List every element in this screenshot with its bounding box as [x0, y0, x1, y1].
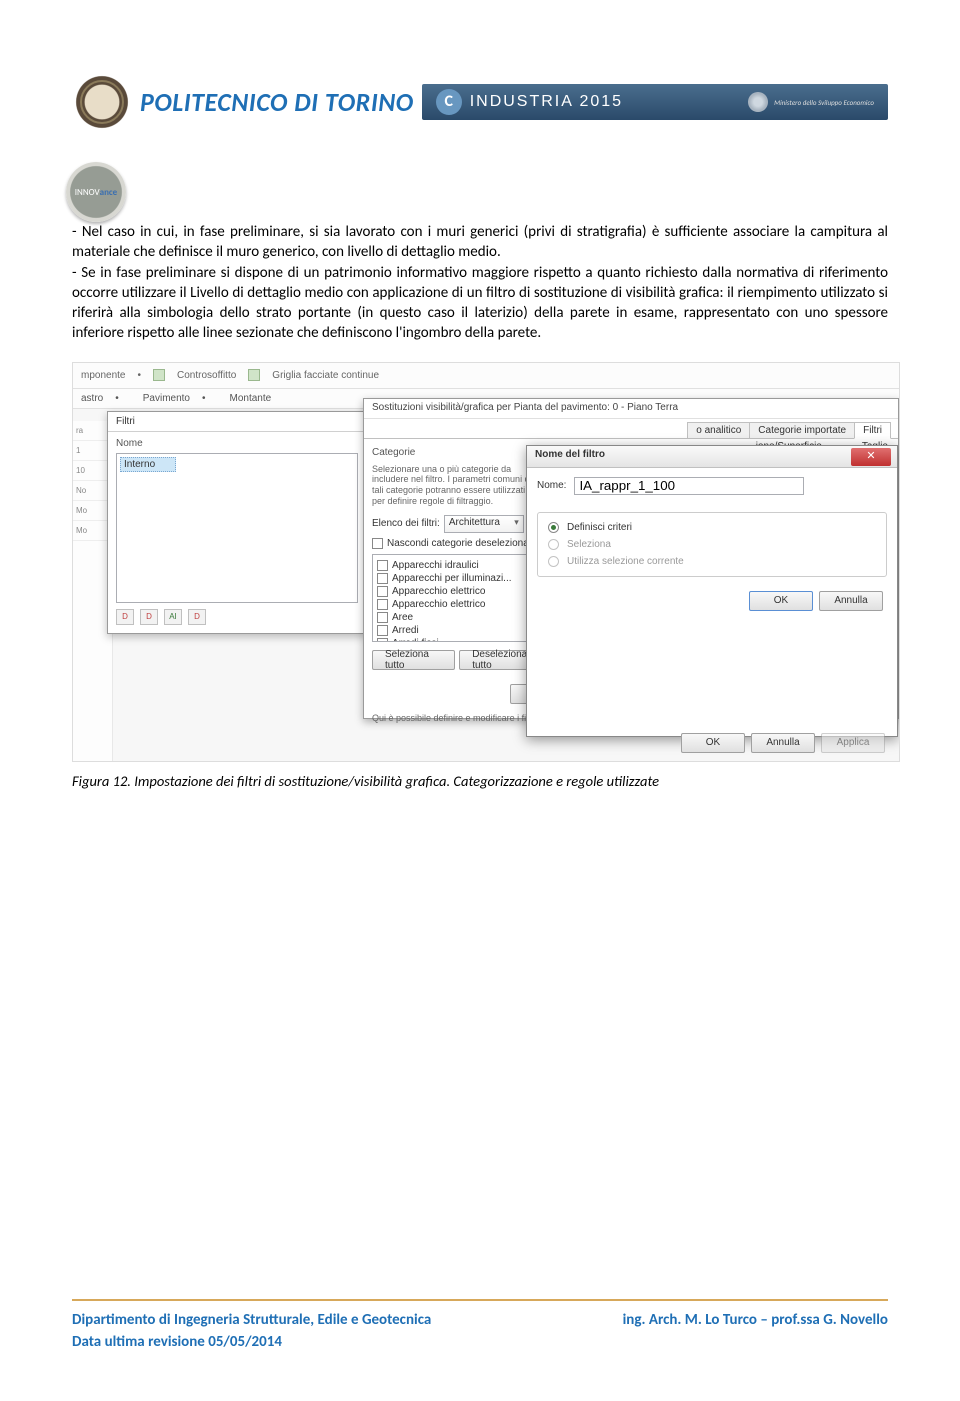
list-item[interactable]: Apparecchi idraulici [377, 559, 527, 572]
list-item[interactable]: Apparecchio elettrico [377, 585, 527, 598]
list-item[interactable]: Arredi [377, 624, 527, 637]
page-header: POLITECNICO DI TORINO C INDUSTRIA 2015 M… [72, 72, 888, 132]
tab-categorie-importate[interactable]: Categorie importate [749, 422, 855, 438]
filter-tool-icon[interactable]: D [116, 609, 134, 625]
ministry-emblem: Ministero dello Sviluppo Economico [748, 92, 874, 112]
page-footer: Dipartimento di Ingegneria Strutturale, … [72, 1299, 888, 1351]
col-label-categorie: Categorie [372, 447, 552, 458]
filter-tool-icon[interactable]: AI [164, 609, 182, 625]
filters-panel-title: Filtri [108, 412, 366, 432]
list-item[interactable]: Apparecchio elettrico [377, 598, 527, 611]
apply-button: Applica [821, 733, 885, 753]
radio-seleziona: Seleziona [548, 536, 876, 553]
nome-label: Nome: [537, 480, 566, 491]
radio-definisci[interactable]: Definisci criteri [548, 519, 876, 536]
categorie-hint: Selezionare una o più categorie da inclu… [372, 464, 537, 507]
filters-col-header: Nome [116, 438, 358, 449]
filter-tool-icon[interactable]: D [188, 609, 206, 625]
footer-department: Dipartimento di Ingegneria Strutturale, … [72, 1311, 431, 1329]
elenco-label: Elenco dei filtri: [372, 518, 440, 529]
industria-banner: C INDUSTRIA 2015 Ministero dello Svilupp… [422, 84, 888, 120]
filters-list[interactable]: Interno [116, 453, 358, 603]
tab-analitico[interactable]: o analitico [687, 422, 750, 438]
tab-filtri[interactable]: Filtri [854, 422, 891, 439]
banner-text: INDUSTRIA 2015 [470, 93, 623, 111]
elenco-filtri-select[interactable]: Architettura [444, 515, 524, 533]
list-item[interactable]: Arredi fissi [377, 637, 527, 642]
filter-name-dialog: Nome del filtro ✕ Nome: Definisci criter… [526, 445, 898, 737]
banner-c-icon: C [436, 89, 462, 115]
list-item[interactable]: Apparecchi per illuminazi... [377, 572, 527, 585]
close-icon[interactable]: ✕ [851, 448, 891, 466]
select-all-button[interactable]: Seleziona tutto [372, 650, 455, 670]
ok-button[interactable]: OK [749, 591, 813, 611]
categories-list[interactable]: Apparecchi idraulici Apparecchi per illu… [372, 554, 532, 642]
page-title: POLITECNICO DI TORINO [140, 86, 414, 118]
dialog-title: Sostituzioni visibilità/grafica per Pian… [364, 399, 898, 419]
filter-tool-icon[interactable]: D [140, 609, 158, 625]
component-icon [153, 369, 165, 381]
dialog-tabs: o analitico Categorie importate Filtri [364, 419, 898, 439]
footer-authors: ing. Arch. M. Lo Turco – prof.ssa G. Nov… [623, 1311, 888, 1329]
bottom-button-bar: OK Annulla Applica [681, 733, 885, 753]
emblem-icon [748, 92, 768, 112]
ok-button[interactable]: OK [681, 733, 745, 753]
cancel-button[interactable]: Annulla [819, 591, 883, 611]
innovance-badge-icon: INNOVance [66, 162, 126, 222]
embedded-screenshot: mponente• Controsoffitto Griglia facciat… [72, 362, 900, 762]
filter-name-input[interactable] [574, 477, 804, 495]
filter-item-interno[interactable]: Interno [120, 457, 176, 472]
nascondi-checkbox[interactable]: Nascondi categorie deselezionate [372, 537, 552, 550]
body-paragraph: - Nel caso in cui, in fase preliminare, … [72, 222, 888, 344]
filter-name-title: Nome del filtro [527, 446, 897, 468]
component-icon [248, 369, 260, 381]
politecnico-logo-icon [72, 72, 132, 132]
ribbon-row-1: mponente• Controsoffitto Griglia facciat… [73, 363, 899, 389]
filters-panel: Filtri Nome Interno D D AI D [107, 411, 367, 634]
footer-revision-date: Data ultima revisione 05/05/2014 [72, 1333, 888, 1351]
figure-caption: Figura 12. Impostazione dei filtri di so… [72, 772, 888, 790]
radio-utilizza: Utilizza selezione corrente [548, 553, 876, 570]
cancel-button[interactable]: Annulla [751, 733, 815, 753]
list-item[interactable]: Aree [377, 611, 527, 624]
visibility-override-dialog: Sostituzioni visibilità/grafica per Pian… [363, 398, 899, 719]
